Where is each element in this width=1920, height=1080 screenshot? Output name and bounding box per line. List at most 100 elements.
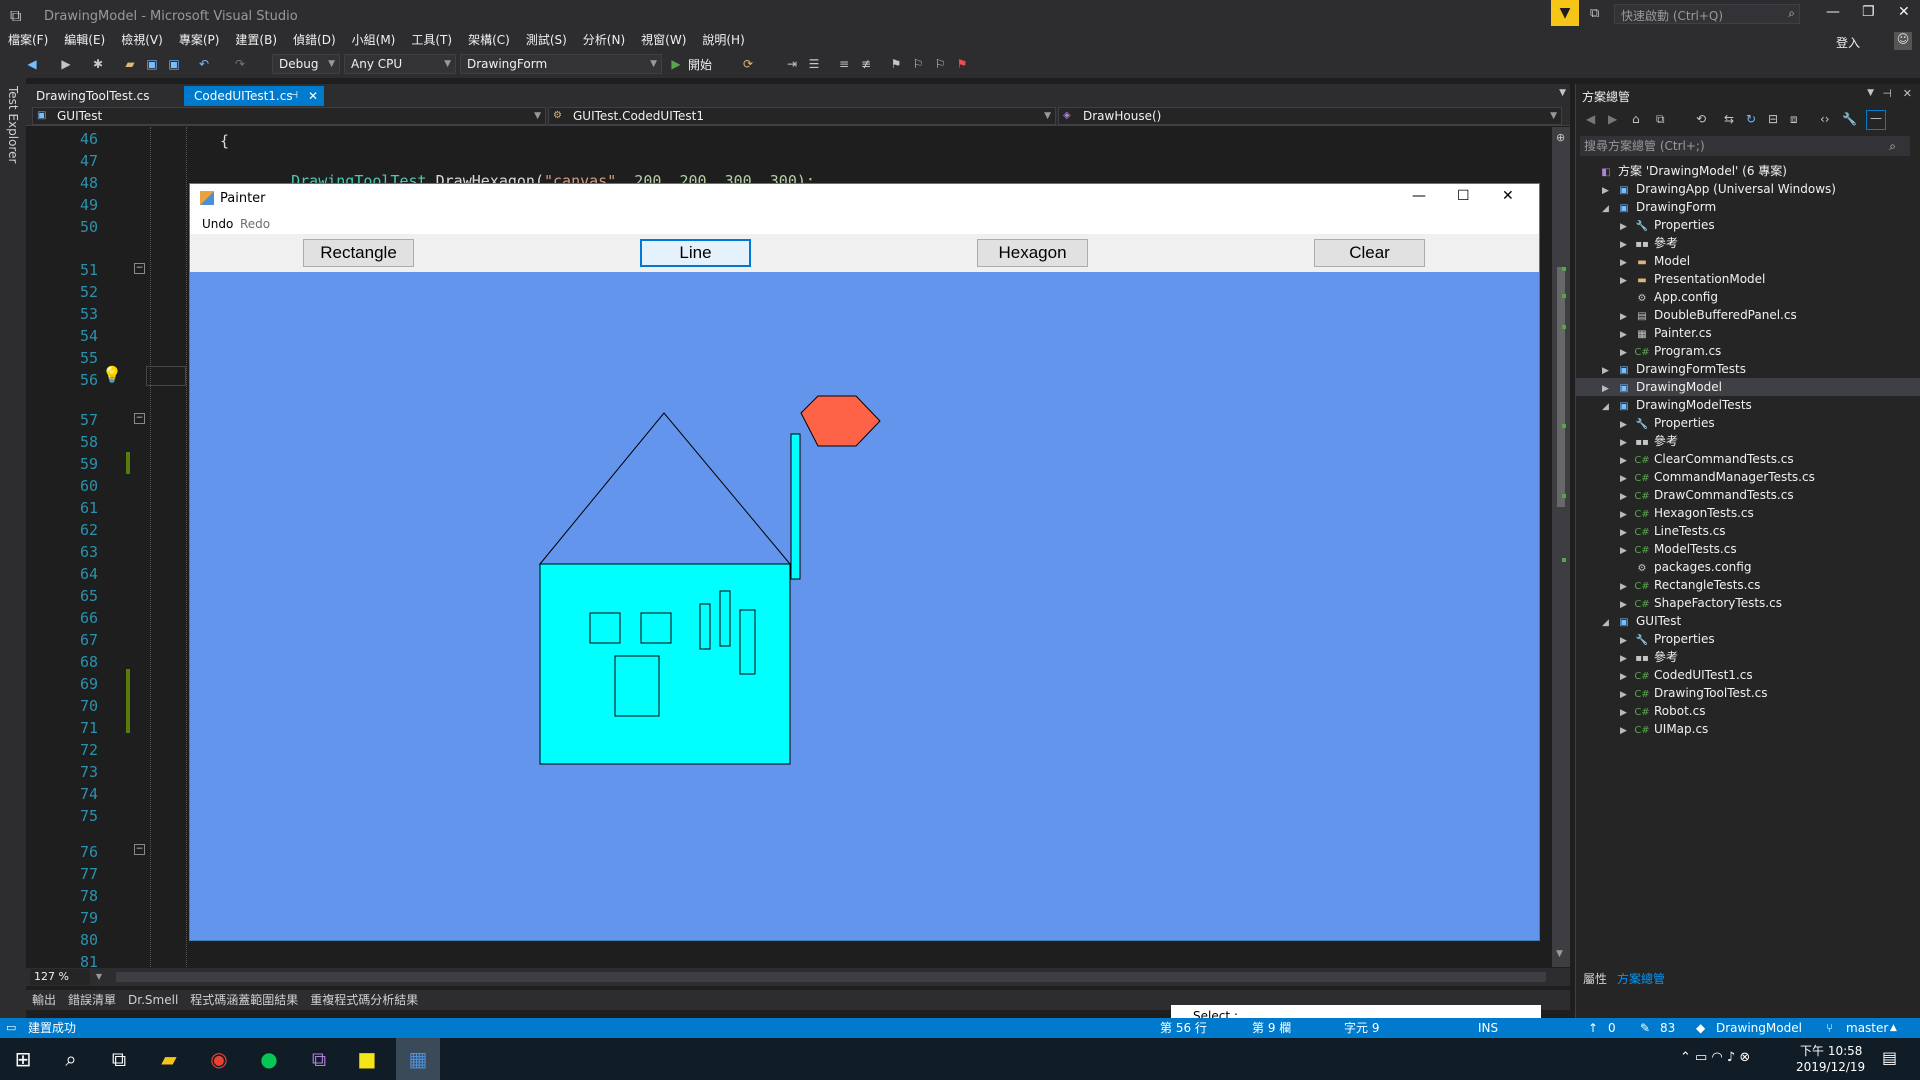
- sticky-notes-icon[interactable]: ■: [352, 1044, 382, 1074]
- minimize-button[interactable]: —: [1826, 4, 1840, 20]
- solution-search-input[interactable]: 搜尋方案總管 (Ctrl+;) ⌕: [1580, 136, 1910, 156]
- chevron-up-icon[interactable]: ▲: [1890, 1018, 1897, 1038]
- tab-codeduitest1[interactable]: CodedUITest1.cs ⊣ ✕: [184, 86, 324, 106]
- tab-drsmell[interactable]: Dr.Smell: [122, 990, 184, 1010]
- configuration-dropdown[interactable]: Debug ▼: [272, 54, 340, 74]
- view-code-icon[interactable]: ‹›: [1820, 112, 1830, 126]
- collapse-icon[interactable]: −: [134, 413, 145, 424]
- menu-build[interactable]: 建置(B): [227, 30, 285, 50]
- status-changes[interactable]: 83: [1660, 1018, 1675, 1038]
- close-icon[interactable]: ✕: [308, 86, 318, 106]
- pin-icon[interactable]: ⊣: [289, 86, 298, 106]
- tree-item[interactable]: ▶ ▬ PresentationModel: [1576, 270, 1920, 288]
- menu-architecture[interactable]: 架構(C): [460, 30, 518, 50]
- uncomment-icon[interactable]: ≢: [858, 56, 874, 72]
- menu-analyze[interactable]: 分析(N): [575, 30, 633, 50]
- status-repo[interactable]: DrawingModel: [1716, 1018, 1802, 1038]
- menu-tools[interactable]: 工具(T): [403, 30, 460, 50]
- bookmark-clear-icon[interactable]: ⚑: [954, 56, 970, 72]
- tree-item[interactable]: ▶ C# HexagonTests.cs: [1576, 504, 1920, 522]
- collapse-icon[interactable]: −: [134, 844, 145, 855]
- tree-item[interactable]: ▶ C# Robot.cs: [1576, 702, 1920, 720]
- properties-icon[interactable]: 🔧: [1842, 112, 1857, 126]
- tree-item[interactable]: ▶ C# CommandManagerTests.cs: [1576, 468, 1920, 486]
- collapsed-arrow-icon[interactable]: ▶: [1620, 722, 1634, 740]
- menu-debug[interactable]: 偵錯(D): [285, 30, 344, 50]
- undo-icon[interactable]: ↶: [196, 56, 212, 72]
- lightbulb-icon[interactable]: 💡: [102, 365, 122, 384]
- redo-icon[interactable]: ↷: [232, 56, 248, 72]
- tree-item[interactable]: ▶ ▬ Model: [1576, 252, 1920, 270]
- collapse-icon[interactable]: −: [134, 263, 145, 274]
- tree-item[interactable]: ▶ C# DrawingToolTest.cs: [1576, 684, 1920, 702]
- switch-views-icon[interactable]: ⧉: [1656, 112, 1665, 127]
- back-icon[interactable]: ◀: [1586, 112, 1595, 126]
- test-explorer-tab[interactable]: Test Explorer: [6, 86, 20, 163]
- tree-item[interactable]: ▶ C# RectangleTests.cs: [1576, 576, 1920, 594]
- tree-item[interactable]: ▶ 🔧 Properties: [1576, 216, 1920, 234]
- signin-link[interactable]: 登入: [1836, 34, 1860, 51]
- tree-item[interactable]: ▶ ▪▪ 參考: [1576, 432, 1920, 450]
- hexagon-button[interactable]: Hexagon: [977, 239, 1088, 267]
- platform-dropdown[interactable]: Any CPU ▼: [344, 54, 456, 74]
- status-branch[interactable]: master: [1846, 1018, 1888, 1038]
- zoom-dropdown[interactable]: 127 % ▼: [30, 969, 102, 985]
- project-dropdown[interactable]: ▣ GUITest ▼: [32, 107, 546, 125]
- menu-help[interactable]: 說明(H): [694, 30, 752, 50]
- save-all-icon[interactable]: ▣: [166, 56, 182, 72]
- menu-file[interactable]: 檔案(F): [0, 30, 56, 50]
- visual-studio-icon[interactable]: ⧉: [304, 1044, 334, 1074]
- startup-project-dropdown[interactable]: DrawingForm ▼: [460, 54, 662, 74]
- start-icon[interactable]: ▶: [668, 56, 684, 72]
- tree-item[interactable]: ⚙ App.config: [1576, 288, 1920, 306]
- bookmark-icon[interactable]: ⚑: [888, 56, 904, 72]
- rectangle-button[interactable]: Rectangle: [303, 239, 414, 267]
- search-icon[interactable]: ⌕: [56, 1044, 86, 1074]
- new-project-icon[interactable]: ✱: [90, 56, 106, 72]
- tab-output[interactable]: 輸出: [26, 990, 62, 1010]
- tab-code-coverage[interactable]: 程式碼涵蓋範圍結果: [184, 990, 304, 1010]
- tree-item[interactable]: ◢ ▣ GUITest: [1576, 612, 1920, 630]
- feedback-icon[interactable]: ⧉: [1590, 6, 1599, 21]
- browser-link-icon[interactable]: ⟳: [740, 56, 756, 72]
- maximize-button[interactable]: ☐: [1457, 188, 1470, 204]
- line-app-icon[interactable]: ●: [254, 1044, 284, 1074]
- tree-item[interactable]: ▶ C# LineTests.cs: [1576, 522, 1920, 540]
- chevron-down-icon[interactable]: ▼: [1867, 88, 1874, 98]
- tree-item[interactable]: ▶ ▣ DrawingApp (Universal Windows): [1576, 180, 1920, 198]
- close-icon[interactable]: ✕: [1903, 87, 1912, 100]
- repo-icon[interactable]: ◆: [1696, 1018, 1705, 1038]
- close-button[interactable]: ✕: [1898, 4, 1910, 20]
- tree-item[interactable]: ▶ C# DrawCommandTests.cs: [1576, 486, 1920, 504]
- bookmark-prev-icon[interactable]: ⚐: [910, 56, 926, 72]
- tree-item[interactable]: ▶ C# UIMap.cs: [1576, 720, 1920, 738]
- line-button[interactable]: Line: [640, 239, 751, 267]
- home-icon[interactable]: ⌂: [1632, 112, 1640, 126]
- painter-app-icon[interactable]: ▦: [396, 1038, 440, 1080]
- menu-team[interactable]: 小組(M): [344, 30, 404, 50]
- tree-item[interactable]: ▶ ▤ DoubleBufferedPanel.cs: [1576, 306, 1920, 324]
- tree-item[interactable]: ▶ 🔧 Properties: [1576, 414, 1920, 432]
- menu-edit[interactable]: 編輯(E): [56, 30, 113, 50]
- pending-changes-icon[interactable]: ⟲: [1696, 112, 1706, 126]
- tree-item[interactable]: ▶ C# Program.cs: [1576, 342, 1920, 360]
- filter-icon[interactable]: ▼: [1551, 0, 1579, 26]
- scroll-down-icon[interactable]: ▼: [1556, 949, 1563, 959]
- vertical-scrollbar[interactable]: ▼: [1552, 127, 1570, 967]
- file-explorer-icon[interactable]: ▰: [154, 1044, 184, 1074]
- comment-icon[interactable]: ≡: [836, 56, 852, 72]
- task-view-icon[interactable]: ⧉: [104, 1044, 134, 1074]
- branch-icon[interactable]: ⑂: [1826, 1018, 1833, 1038]
- tree-item[interactable]: ◢ ▣ DrawingForm: [1576, 198, 1920, 216]
- tree-item[interactable]: ▶ ▪▪ 參考: [1576, 648, 1920, 666]
- tab-list-dropdown-icon[interactable]: ▼: [1559, 88, 1566, 98]
- menu-undo[interactable]: Undo: [202, 217, 233, 231]
- class-dropdown[interactable]: ⚙ GUITest.CodedUITest1 ▼: [548, 107, 1056, 125]
- tree-item[interactable]: ▶ C# ClearCommandTests.cs: [1576, 450, 1920, 468]
- sync-icon[interactable]: ⇆: [1724, 112, 1734, 126]
- tree-item[interactable]: ▶ C# ShapeFactoryTests.cs: [1576, 594, 1920, 612]
- format-icon[interactable]: ☰: [806, 56, 822, 72]
- minimize-button[interactable]: —: [1412, 188, 1426, 204]
- menu-project[interactable]: 專案(P): [171, 30, 228, 50]
- split-icon[interactable]: ⊕: [1556, 131, 1565, 144]
